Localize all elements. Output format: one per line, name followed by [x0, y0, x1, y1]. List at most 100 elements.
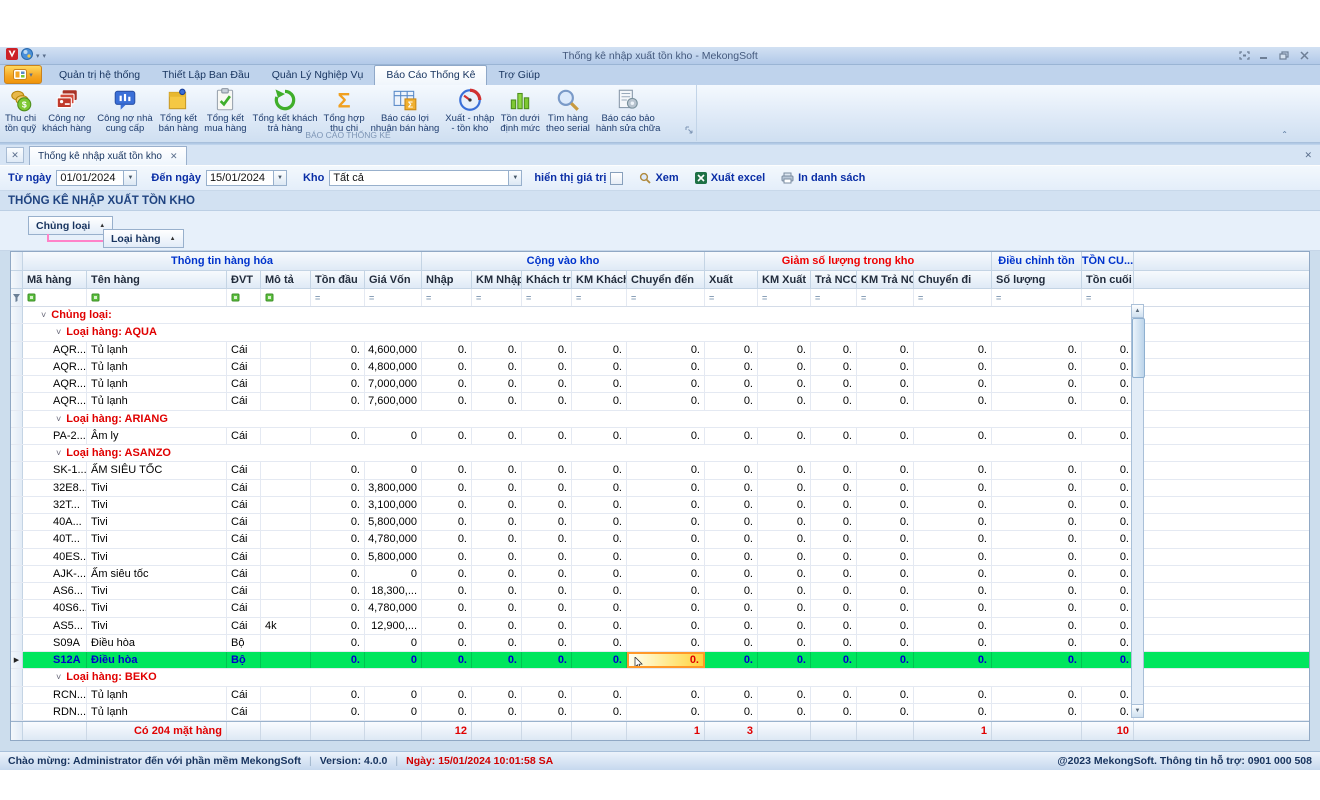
grid-cell[interactable]: 0.	[472, 566, 522, 582]
grid-cell[interactable]: 0.	[472, 531, 522, 547]
grid-cell[interactable]: 0.	[811, 428, 857, 444]
grid-cell[interactable]: 0.	[758, 635, 811, 651]
grid-cell[interactable]: 0.	[811, 342, 857, 358]
ribbon-item[interactable]: Công nợ khách hàng	[39, 87, 94, 135]
grid-cell[interactable]: 0.	[857, 600, 914, 616]
grid-cell[interactable]: 0.	[857, 428, 914, 444]
grid-cell[interactable]: 0.	[627, 635, 705, 651]
grid-cell[interactable]: 0.	[1082, 618, 1134, 634]
table-row[interactable]: AQR...Tủ lạnhCái0.7,600,0000.0.0.0.0.0.0…	[11, 393, 1309, 410]
grid-cell[interactable]: 0.	[422, 428, 472, 444]
grid-cell[interactable]: AS5...	[23, 618, 87, 634]
grid-cell[interactable]: 0.	[811, 687, 857, 703]
group-label[interactable]: ˅Loại hàng: ARIANG	[23, 411, 168, 427]
grid-cell[interactable]: 0.	[705, 704, 758, 720]
grid-cell[interactable]: 0.	[705, 531, 758, 547]
grid-cell[interactable]: 0.	[572, 462, 627, 478]
grid-cell[interactable]: 0.	[705, 600, 758, 616]
group-row[interactable]: ˅Loại hàng: AQUA	[11, 324, 1309, 341]
ribbon-item[interactable]: ΣTổng hợp thu chi	[321, 87, 368, 135]
table-row[interactable]: RCN...Tủ lạnhCái0.00.0.0.0.0.0.0.0.0.0.0…	[11, 687, 1309, 704]
grid-cell[interactable]: 0.	[758, 462, 811, 478]
grid-cell[interactable]: 0.	[627, 480, 705, 496]
grid-cell[interactable]: 0.	[1082, 342, 1134, 358]
grid-cell[interactable]: 40S6...	[23, 600, 87, 616]
grid-cell[interactable]: 0.	[627, 566, 705, 582]
grid-cell[interactable]	[261, 652, 311, 668]
grid-cell[interactable]: 0.	[758, 428, 811, 444]
column-header[interactable]: Tồn cuối	[1082, 271, 1134, 288]
column-header[interactable]: KM Xuất	[758, 271, 811, 288]
grid-cell[interactable]: 5,800,000	[365, 514, 422, 530]
grid-cell[interactable]: 0.	[472, 359, 522, 375]
grid-cell[interactable]: 4,600,000	[365, 342, 422, 358]
tabstrip-close-icon[interactable]: ✕	[1304, 146, 1314, 165]
grid-cell[interactable]: 0.	[758, 566, 811, 582]
grid-cell[interactable]	[261, 480, 311, 496]
scrollbar-thumb[interactable]	[1132, 318, 1145, 378]
grid-cell[interactable]: 0.	[758, 480, 811, 496]
fullscreen-icon[interactable]	[1239, 51, 1250, 60]
grid-cell[interactable]: 0.	[811, 514, 857, 530]
column-header[interactable]: Tên hàng	[87, 271, 227, 288]
column-header[interactable]: KM Trả NCC	[857, 271, 914, 288]
toolbar-options-chevron-icon[interactable]: ▾	[43, 52, 47, 60]
print-list-button[interactable]: In danh sách	[781, 172, 865, 184]
grid-cell[interactable]: Cái	[227, 393, 261, 409]
grid-cell[interactable]: AJK-...	[23, 566, 87, 582]
grid-cell[interactable]: 0.	[627, 549, 705, 565]
grid-cell[interactable]: Cái	[227, 549, 261, 565]
grid-cell[interactable]: 0.	[572, 687, 627, 703]
grid-cell[interactable]: 0.	[992, 704, 1082, 720]
grid-cell[interactable]: 0.	[522, 514, 572, 530]
filter-cell[interactable]: =	[472, 289, 522, 306]
from-date-dropdown-icon[interactable]: ▼	[124, 170, 137, 186]
grid-cell[interactable]: 0.	[811, 376, 857, 392]
grid-cell[interactable]: 4k	[261, 618, 311, 634]
grid-cell[interactable]: 0.	[992, 514, 1082, 530]
grid-cell[interactable]: 0.	[422, 359, 472, 375]
grid-cell[interactable]: 0.	[758, 497, 811, 513]
grid-cell[interactable]: 0.	[1082, 583, 1134, 599]
grid-cell[interactable]: 0.	[992, 531, 1082, 547]
grid-cell[interactable]: 0.	[627, 531, 705, 547]
grid-cell[interactable]: Âm ly	[87, 428, 227, 444]
application-menu-button[interactable]: ▾	[4, 65, 42, 84]
grid-cell[interactable]: Cái	[227, 687, 261, 703]
grid-cell[interactable]: 0.	[422, 342, 472, 358]
grid-cell[interactable]: RDN...	[23, 704, 87, 720]
grid-cell[interactable]: 0.	[572, 635, 627, 651]
chevron-down-icon[interactable]: ˅	[41, 310, 46, 320]
grid-cell[interactable]: Điều hòa	[87, 635, 227, 651]
grid-cell[interactable]: 0.	[627, 618, 705, 634]
ribbon-item[interactable]: Tổng kết mua hàng	[201, 87, 249, 135]
grid-cell[interactable]: 0.	[914, 531, 992, 547]
grid-cell[interactable]: 0.	[1082, 531, 1134, 547]
grid-cell[interactable]: 0.	[572, 514, 627, 530]
group-label[interactable]: ˅Loại hàng: ASANZO	[23, 445, 171, 461]
table-row[interactable]: AJK-...Ấm siêu tốcCái0.00.0.0.0.0.0.0.0.…	[11, 566, 1309, 583]
grid-cell[interactable]: 0.	[914, 618, 992, 634]
filter-cell[interactable]: =	[992, 289, 1082, 306]
grid-cell[interactable]: 0.	[705, 342, 758, 358]
grid-cell[interactable]: 0.	[311, 497, 365, 513]
filter-cell[interactable]: =	[311, 289, 365, 306]
grid-cell[interactable]: RCN...	[23, 687, 87, 703]
grid-cell[interactable]: Tủ lạnh	[87, 393, 227, 409]
grid-cell[interactable]: 0.	[992, 480, 1082, 496]
grid-cell[interactable]: 5,800,000	[365, 549, 422, 565]
grid-cell[interactable]: 7,600,000	[365, 393, 422, 409]
grid-cell[interactable]: 0.	[311, 687, 365, 703]
grid-cell[interactable]: Tivi	[87, 480, 227, 496]
grid-cell[interactable]: 0.	[992, 497, 1082, 513]
grid-cell[interactable]: 0.	[627, 652, 705, 668]
grid-cell[interactable]: Cái	[227, 514, 261, 530]
grid-cell[interactable]: 0.	[914, 393, 992, 409]
grid-cell[interactable]: 0.	[522, 342, 572, 358]
grid-cell[interactable]: AQR...	[23, 376, 87, 392]
grid-cell[interactable]: Cái	[227, 704, 261, 720]
grid-cell[interactable]: 0.	[572, 497, 627, 513]
filter-cell[interactable]: =	[522, 289, 572, 306]
grid-cell[interactable]: 0.	[914, 635, 992, 651]
grid-cell[interactable]: 0.	[1082, 428, 1134, 444]
